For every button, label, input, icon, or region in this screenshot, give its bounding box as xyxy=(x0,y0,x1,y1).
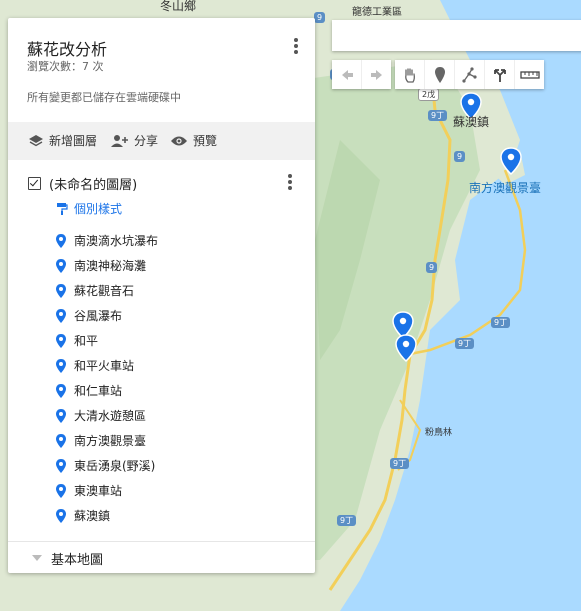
place-name: 蘇花觀音石 xyxy=(74,284,135,298)
list-item[interactable]: 大清水遊憩區 xyxy=(54,403,158,428)
place-name: 大清水遊憩區 xyxy=(74,409,147,423)
ruler-icon xyxy=(519,70,540,79)
route-shield: 9丁 xyxy=(337,515,357,526)
map-pin-icon xyxy=(56,483,66,498)
map-label: 南方澳觀景臺 xyxy=(469,181,542,195)
panel-toolbar: 新增圖層 分享 預覽 xyxy=(8,122,315,160)
map-label: 蘇澳鎮 xyxy=(453,115,490,129)
list-item[interactable]: 和仁車站 xyxy=(54,378,158,403)
route-shield: 9 xyxy=(454,151,466,162)
route-shield: 9丁 xyxy=(390,458,410,469)
map-legend-panel: 蘇花改分析 瀏覽次數：7 次 所有變更都已儲存在雲端硬碟中 新增圖層 分享 預覽… xyxy=(8,18,315,573)
save-status: 所有變更都已儲存在雲端硬碟中 xyxy=(27,91,181,104)
map-title[interactable]: 蘇花改分析 xyxy=(27,36,107,60)
map-label: 龍德工業區 xyxy=(352,7,402,18)
directions-button[interactable] xyxy=(485,60,515,89)
layer-visibility-checkbox[interactable] xyxy=(28,177,41,190)
expand-triangle-icon xyxy=(32,555,42,561)
basemap-label: 基本地圖 xyxy=(51,552,104,568)
eye-icon xyxy=(171,136,187,145)
draw-tools-group xyxy=(395,60,544,89)
redo-icon xyxy=(370,69,382,80)
map-pin-icon xyxy=(56,433,66,448)
layer-options-menu-icon[interactable] xyxy=(288,174,292,190)
place-list: 南澳滴水坑瀑布 南澳神秘海灘 蘇花觀音石 谷風瀑布 和平 和平火車站 和仁車站 … xyxy=(54,228,158,528)
map-pin-icon xyxy=(56,308,66,323)
map-pin-icon xyxy=(56,408,66,423)
list-item[interactable]: 東岳湧泉(野溪) xyxy=(54,453,158,478)
map-label: 冬山鄉 xyxy=(160,0,197,13)
list-item[interactable]: 和平 xyxy=(54,328,158,353)
map-toolbar xyxy=(332,60,544,89)
map-pin-icon xyxy=(56,383,66,398)
list-item[interactable]: 南澳滴水坑瀑布 xyxy=(54,228,158,253)
map-pin-icon xyxy=(56,283,66,298)
search-box[interactable] xyxy=(332,20,581,51)
route-shield: 9丁 xyxy=(428,110,448,121)
add-marker-button[interactable] xyxy=(425,60,455,89)
place-name: 南方澳觀景臺 xyxy=(74,434,147,448)
layers-icon xyxy=(29,134,43,146)
undo-button[interactable] xyxy=(332,60,362,89)
directions-icon xyxy=(493,68,506,82)
list-item[interactable]: 蘇花觀音石 xyxy=(54,278,158,303)
preview-button[interactable]: 預覽 xyxy=(170,132,217,149)
hand-icon xyxy=(404,67,415,83)
place-name: 和平 xyxy=(74,334,99,348)
history-group xyxy=(332,60,391,89)
add-person-icon xyxy=(111,134,128,147)
marker-icon xyxy=(434,66,445,83)
basemap-toggle[interactable]: 基本地圖 xyxy=(8,541,315,573)
undo-icon xyxy=(341,69,353,80)
preview-label: 預覽 xyxy=(193,134,218,148)
route-shield: 2戊 xyxy=(418,88,440,101)
draw-line-icon xyxy=(461,66,477,83)
place-name: 和仁車站 xyxy=(74,384,123,398)
place-name: 南澳滴水坑瀑布 xyxy=(74,234,159,248)
place-name: 東澳車站 xyxy=(74,484,123,498)
route-shield: 9 xyxy=(426,262,438,273)
route-shield: 9丁 xyxy=(491,317,511,328)
pan-tool-button[interactable] xyxy=(395,60,425,89)
list-item[interactable]: 蘇澳鎮 xyxy=(54,503,158,528)
paint-roller-icon xyxy=(57,202,68,215)
list-item[interactable]: 東澳車站 xyxy=(54,478,158,503)
share-button[interactable]: 分享 xyxy=(109,132,158,149)
draw-line-button[interactable] xyxy=(455,60,485,89)
list-item[interactable]: 南澳神秘海灘 xyxy=(54,253,158,278)
redo-button[interactable] xyxy=(362,60,391,89)
share-label: 分享 xyxy=(134,134,159,148)
map-label: 粉鳥林 xyxy=(425,428,453,438)
map-pin-icon xyxy=(56,333,66,348)
map-pin-icon xyxy=(56,233,66,248)
route-shield: 9 xyxy=(314,12,326,23)
view-count: 瀏覽次數：7 次 xyxy=(27,60,104,73)
layer-style-link[interactable]: 個別樣式 xyxy=(56,200,122,217)
list-item[interactable]: 谷風瀑布 xyxy=(54,303,158,328)
route-shield: 9丁 xyxy=(455,338,475,349)
place-name: 南澳神秘海灘 xyxy=(74,259,147,273)
add-layer-button[interactable]: 新增圖層 xyxy=(28,132,97,149)
style-link-label: 個別樣式 xyxy=(74,202,123,216)
layer-header: (未命名的圖層) xyxy=(28,174,137,193)
place-name: 蘇澳鎮 xyxy=(74,509,111,523)
add-layer-label: 新增圖層 xyxy=(49,134,98,148)
map-pin-icon xyxy=(56,458,66,473)
measure-button[interactable] xyxy=(515,60,544,89)
place-name: 東岳湧泉(野溪) xyxy=(74,459,156,473)
map-options-menu-icon[interactable] xyxy=(294,38,298,54)
place-name: 和平火車站 xyxy=(74,359,135,373)
list-item[interactable]: 南方澳觀景臺 xyxy=(54,428,158,453)
map-pin-icon xyxy=(56,258,66,273)
map-pin-icon xyxy=(56,508,66,523)
list-item[interactable]: 和平火車站 xyxy=(54,353,158,378)
place-name: 谷風瀑布 xyxy=(74,309,123,323)
layer-name[interactable]: (未命名的圖層) xyxy=(49,174,137,193)
map-pin-icon xyxy=(56,358,66,373)
